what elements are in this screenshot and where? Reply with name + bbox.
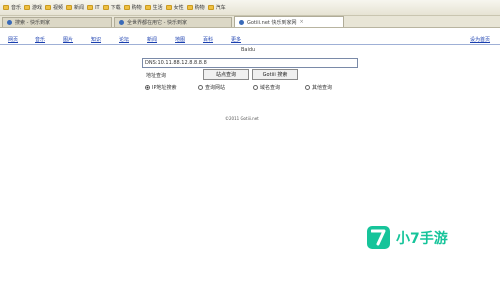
bookmark-item[interactable]: 音乐 <box>3 4 21 11</box>
folder-icon <box>207 5 214 10</box>
radio-icon <box>253 85 258 90</box>
bookmark-item[interactable]: 下载 <box>102 4 121 11</box>
nav-link[interactable]: 地图 <box>175 36 185 43</box>
tab-strip: 搜索 - 快乐到家 全世界都在用它 - 快乐到家 Gotiii.net 快乐到家… <box>0 16 500 28</box>
favicon-icon <box>239 19 244 25</box>
nav-link[interactable]: 新闻 <box>147 36 157 43</box>
favicon-icon <box>7 20 12 25</box>
folder-icon <box>144 5 151 10</box>
nav-divider <box>0 44 500 45</box>
folder-icon <box>123 5 130 10</box>
folder-icon <box>165 5 172 10</box>
bookmark-item[interactable]: 新闻 <box>66 4 84 11</box>
footer-text: ©2011 Gotiii.net <box>225 116 259 121</box>
nav-link[interactable]: 知识 <box>91 36 101 43</box>
bookmark-item[interactable]: 购物 <box>123 4 142 11</box>
bookmark-item[interactable]: 汽车 <box>207 4 226 11</box>
bookmark-item[interactable]: 生活 <box>144 4 163 11</box>
folder-icon <box>66 5 73 10</box>
browser-tab-active[interactable]: Gotiii.net 快乐到家网 × <box>234 16 344 27</box>
radio-checked-icon <box>145 85 150 90</box>
folder-icon <box>186 5 193 10</box>
search-type-label: 地址查询 <box>146 73 167 79</box>
set-homepage-link[interactable]: 设为首页 <box>470 36 490 43</box>
folder-icon <box>3 5 9 10</box>
nav-link[interactable]: 网页 <box>8 36 18 43</box>
folder-icon <box>45 5 52 10</box>
favicon-icon <box>119 20 124 25</box>
bookmark-item[interactable]: 女性 <box>165 4 184 11</box>
radio-option[interactable]: 域名查询 <box>253 84 280 91</box>
bookmark-item[interactable]: 视频 <box>45 4 63 11</box>
radio-option[interactable]: IP地址搜索 <box>145 84 177 91</box>
watermark-logo-icon <box>367 226 390 249</box>
nav-link[interactable]: 更多 <box>231 36 241 43</box>
bookmark-item[interactable]: 游戏 <box>24 4 42 11</box>
nav-link[interactable]: 百科 <box>203 36 213 43</box>
folder-icon <box>87 5 94 10</box>
nav-link[interactable]: 论坛 <box>119 36 129 43</box>
nav-link[interactable]: 图片 <box>63 36 73 43</box>
nav-link[interactable]: 音乐 <box>35 36 45 43</box>
watermark: 小7手游 <box>367 226 448 249</box>
search-button[interactable]: Gotiii 搜索 <box>252 69 298 80</box>
radio-icon <box>305 85 310 90</box>
bookmarks-bar: 音乐 游戏 视频 新闻 IT 下载 购物 生活 女性 购物 汽车 <box>0 0 500 16</box>
top-nav: 网页 音乐 图片 知识 论坛 新闻 地图 百科 更多 设为首页 <box>0 30 500 43</box>
bookmark-item[interactable]: IT <box>87 5 100 11</box>
radio-option[interactable]: 其他查询 <box>305 84 332 91</box>
browser-tab[interactable]: 搜索 - 快乐到家 <box>2 17 112 27</box>
search-options: IP地址搜索 查询网站 域名查询 其他查询 <box>145 84 365 92</box>
folder-icon <box>24 5 31 10</box>
radio-option[interactable]: 查询网站 <box>198 84 225 91</box>
radio-icon <box>198 85 203 90</box>
folder-icon <box>102 5 109 10</box>
site-query-button[interactable]: 站点查询 <box>203 69 249 80</box>
search-input[interactable] <box>142 58 358 68</box>
site-logo: Baidu <box>241 47 256 53</box>
close-icon[interactable]: × <box>299 19 303 25</box>
bookmark-item[interactable]: 购物 <box>186 4 205 11</box>
browser-tab[interactable]: 全世界都在用它 - 快乐到家 <box>114 17 232 27</box>
watermark-text: 小7手游 <box>396 230 448 247</box>
